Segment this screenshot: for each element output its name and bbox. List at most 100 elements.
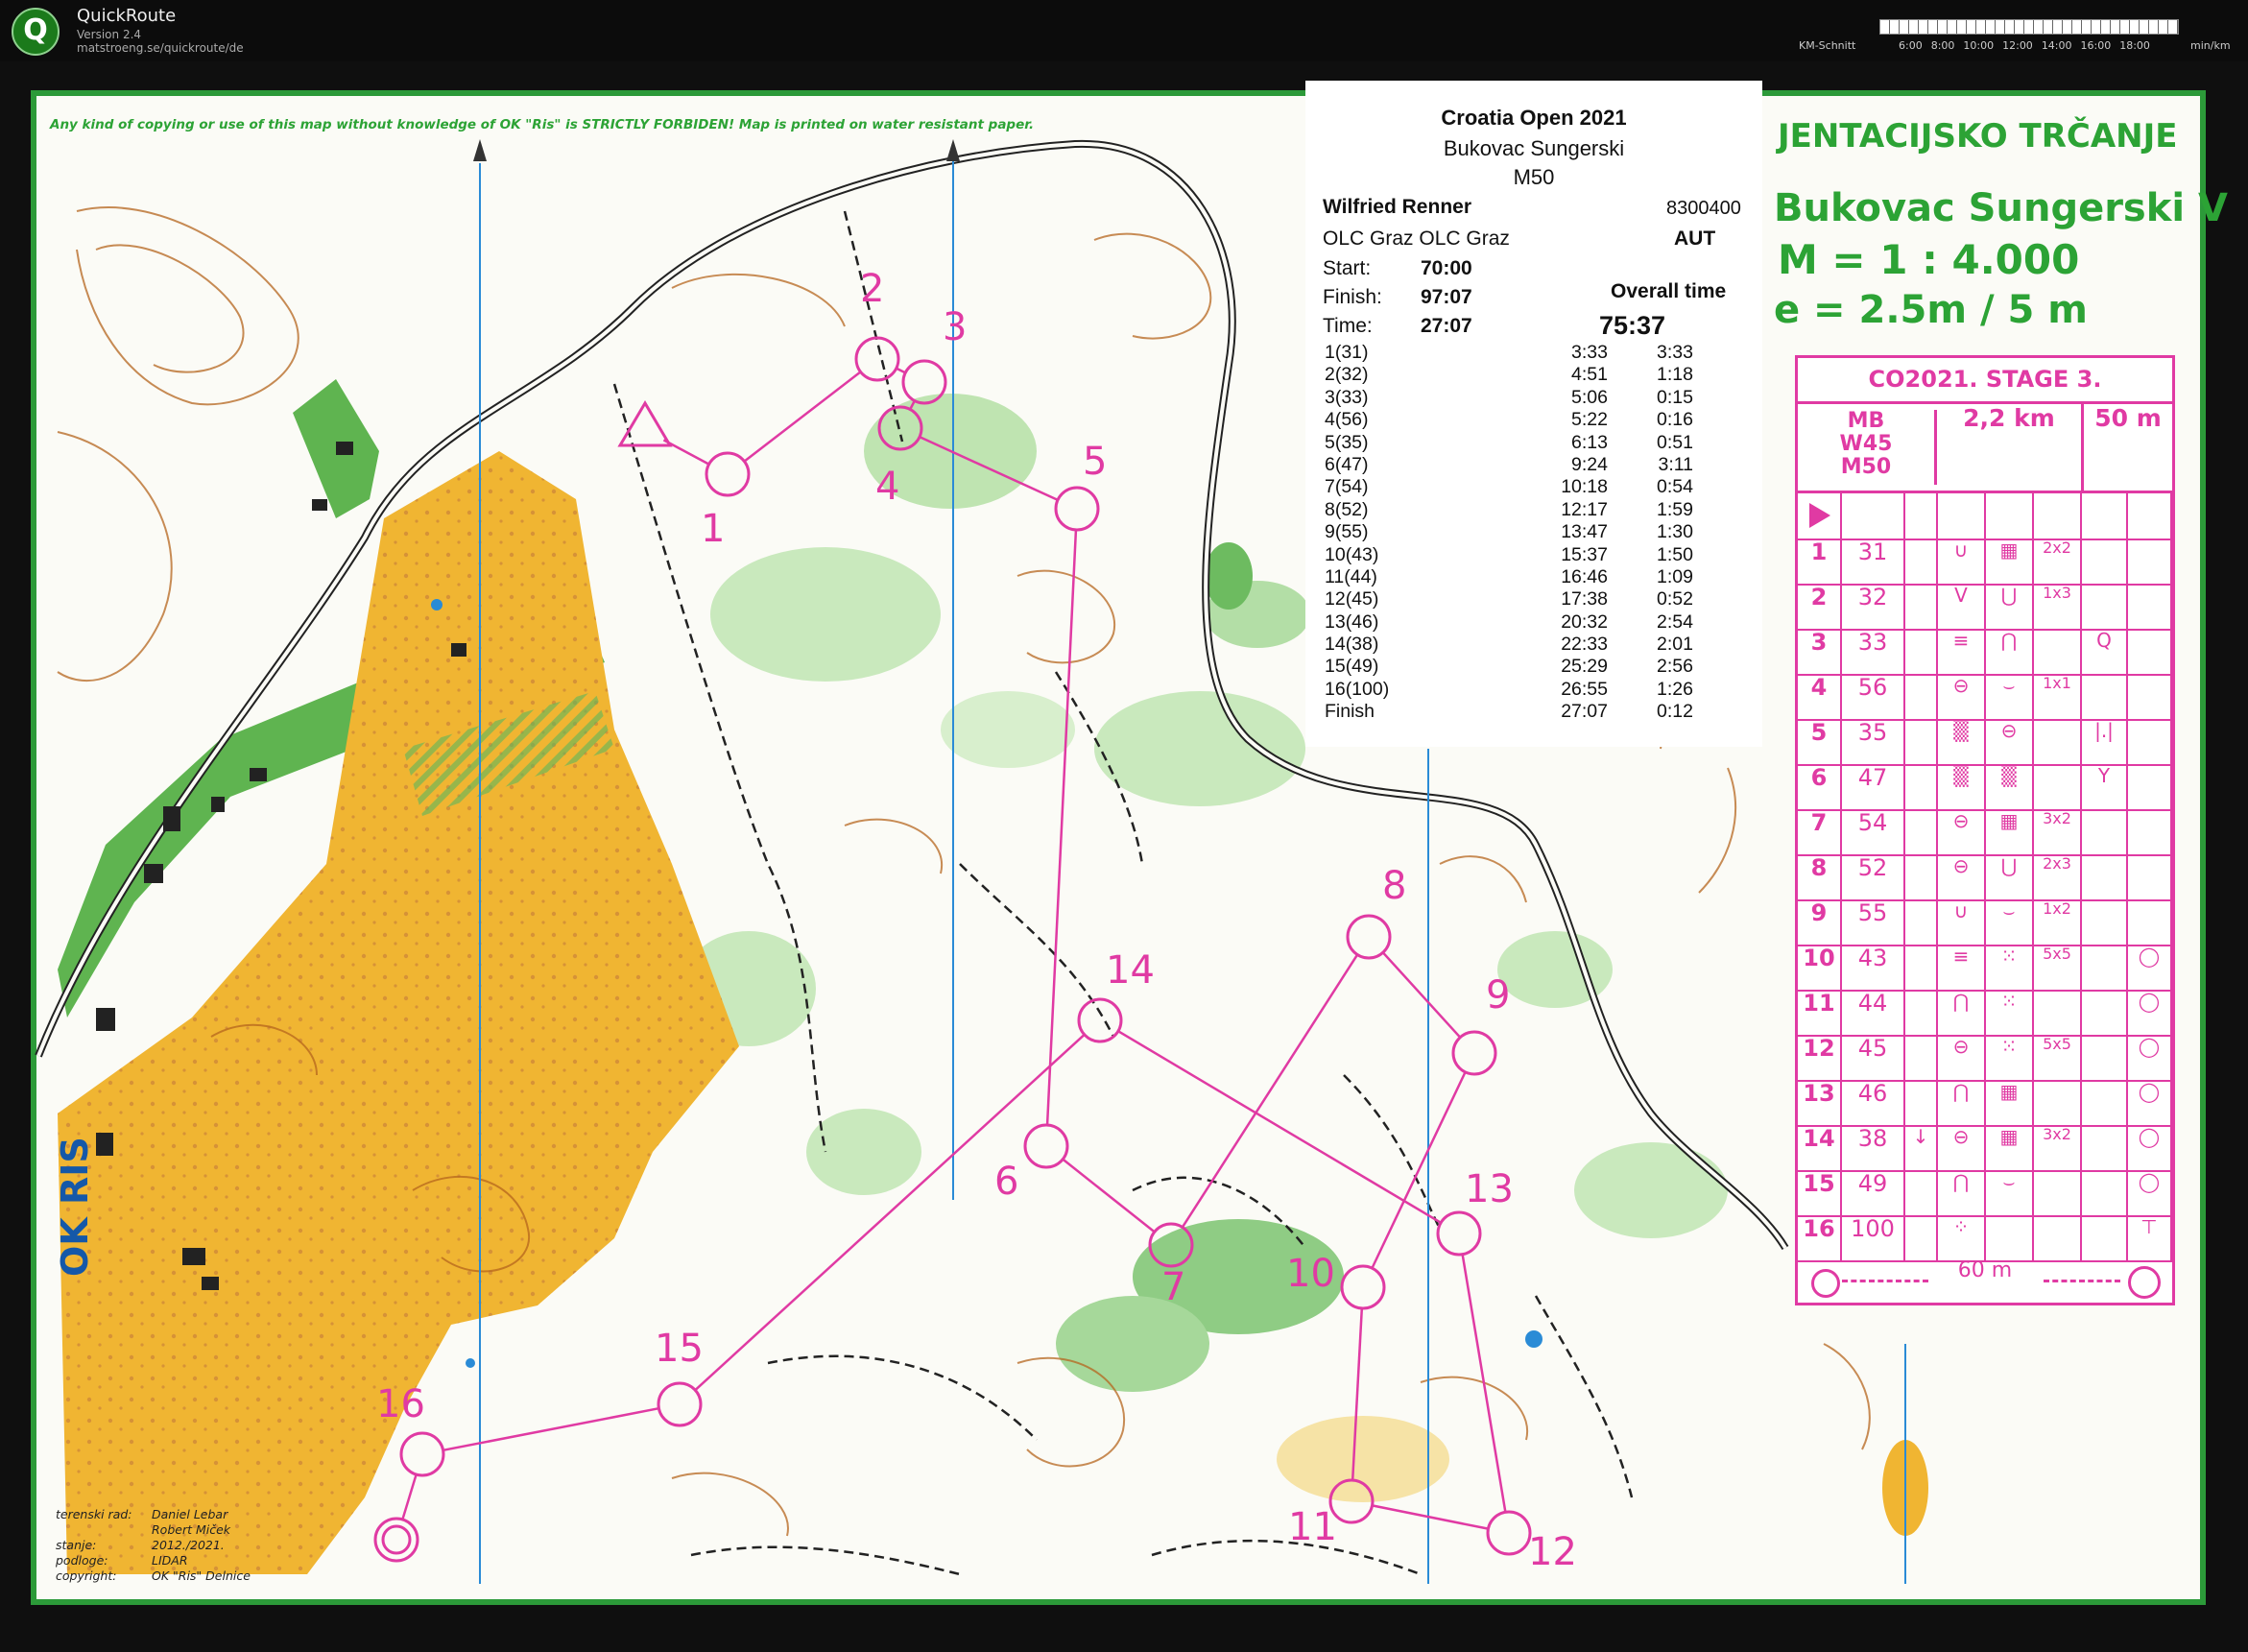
cd-cell-n: 5 xyxy=(1798,719,1842,764)
finish-label: Finish: xyxy=(1323,286,1382,308)
cd-cell-e: ⁙ xyxy=(1986,945,2034,990)
control-description-row: 14 38 ↓ ⊖ ▦ 3x2 ◯ xyxy=(1798,1125,2172,1172)
cd-cell-c xyxy=(1905,1215,1938,1260)
control-circle-16[interactable] xyxy=(399,1431,445,1477)
control-circle-8[interactable] xyxy=(1346,914,1392,960)
cd-cell-g xyxy=(2082,493,2128,539)
control-label-3: 3 xyxy=(943,305,968,349)
cd-cell-f xyxy=(2034,764,2082,809)
credit-key: copyright: xyxy=(56,1568,117,1583)
split-cumulative: 13:47 xyxy=(1561,521,1608,543)
split-cumulative: 5:06 xyxy=(1571,386,1608,408)
control-circle-15[interactable] xyxy=(657,1381,703,1427)
cd-cell-e: ⌣ xyxy=(1986,674,2034,719)
cd-cell-h: ⊤ xyxy=(2128,1215,2172,1260)
control-circle-12[interactable] xyxy=(1486,1510,1532,1556)
control-circle-10[interactable] xyxy=(1340,1264,1386,1310)
cd-cell-c xyxy=(1905,1035,1938,1080)
control-circle-13[interactable] xyxy=(1436,1210,1482,1257)
control-description-row: 13 46 ⋂ ▦ ◯ xyxy=(1798,1080,2172,1127)
split-control: 4(56) xyxy=(1325,409,1369,431)
course-leg xyxy=(694,1033,1086,1392)
club-logo: OK RIS xyxy=(54,1137,96,1277)
cd-cell-f: 3x2 xyxy=(2034,1125,2082,1170)
split-cumulative: 5:22 xyxy=(1571,409,1608,431)
cd-cell-d: ⁘ xyxy=(1938,1215,1986,1260)
time-label: Time: xyxy=(1323,315,1373,337)
cd-cell-f: 1x1 xyxy=(2034,674,2082,719)
cd-cell-g xyxy=(2082,1035,2128,1080)
cd-cell-code: 49 xyxy=(1842,1170,1905,1215)
cd-cell-code xyxy=(1842,493,1905,539)
control-circle-6[interactable] xyxy=(1023,1123,1069,1169)
finish-time: 97:07 xyxy=(1421,286,1472,308)
split-cumulative: 17:38 xyxy=(1561,588,1608,611)
cd-cell-n: 13 xyxy=(1798,1080,1842,1125)
control-description-row: 15 49 ⋂ ⌣ ◯ xyxy=(1798,1170,2172,1217)
split-row: 9(55) 13:47 1:30 xyxy=(1325,521,1766,543)
split-leg: 3:33 xyxy=(1657,342,1693,363)
split-leg: 1:30 xyxy=(1657,521,1693,543)
cd-cell-e: ▦ xyxy=(1986,809,2034,854)
control-circle-14[interactable] xyxy=(1077,997,1123,1043)
finish-distance-label: 60 m xyxy=(1957,1258,2013,1282)
split-cumulative: 27:07 xyxy=(1561,701,1608,723)
cd-cell-c xyxy=(1905,1170,1938,1215)
split-control: 10(43) xyxy=(1325,543,1379,565)
split-row: 1(31) 3:33 3:33 xyxy=(1325,342,1766,364)
control-circle-2[interactable] xyxy=(854,336,900,382)
card-number: 8300400 xyxy=(1666,198,1741,219)
start-triangle[interactable] xyxy=(617,400,673,447)
cd-cell-code: 31 xyxy=(1842,539,1905,584)
split-cumulative: 26:55 xyxy=(1561,678,1608,700)
cd-cell-h: ◯ xyxy=(2128,990,2172,1035)
split-times-panel: Croatia Open 2021 Bukovac Sungerski M50 … xyxy=(1305,81,1762,747)
control-circle-9[interactable] xyxy=(1451,1030,1497,1076)
map-header-line-2: Bukovac Sungerski V xyxy=(1774,186,2228,230)
course-leg xyxy=(442,1406,659,1452)
split-row: 4(56) 5:22 0:16 xyxy=(1325,409,1766,431)
class-label: M50 xyxy=(1840,455,1892,479)
cd-cell-c xyxy=(1905,584,1938,629)
control-label-13: 13 xyxy=(1465,1167,1514,1211)
control-circle-5[interactable] xyxy=(1054,486,1100,532)
cd-cell-h xyxy=(2128,899,2172,945)
cd-cell-f: 5x5 xyxy=(2034,945,2082,990)
split-cumulative: 3:33 xyxy=(1571,342,1608,363)
split-leg: 2:54 xyxy=(1657,611,1693,633)
cd-cell-e: ⌣ xyxy=(1986,899,2034,945)
control-circle-1[interactable] xyxy=(705,451,751,497)
cd-cell-e: ⌣ xyxy=(1986,1170,2034,1215)
overall-time: 75:37 xyxy=(1599,311,1666,340)
cd-cell-n: 10 xyxy=(1798,945,1842,990)
finish-dash-line xyxy=(2044,1280,2120,1282)
split-cumulative: 22:33 xyxy=(1561,634,1608,656)
cd-cell-code: 32 xyxy=(1842,584,1905,629)
cd-cell-code: 44 xyxy=(1842,990,1905,1035)
class-label: MB xyxy=(1847,409,1885,433)
control-label-15: 15 xyxy=(655,1327,704,1371)
cd-cell-g xyxy=(2082,945,2128,990)
cd-cell-e: ⊖ xyxy=(1986,719,2034,764)
cd-cell-n: 8 xyxy=(1798,854,1842,899)
cd-cell-e xyxy=(1986,1215,2034,1260)
overall-time-label: Overall time xyxy=(1611,280,1727,302)
control-description-row: 2 32 V ⋃ 1x3 xyxy=(1798,584,2172,631)
split-leg: 3:11 xyxy=(1658,453,1693,475)
control-label-11: 11 xyxy=(1288,1505,1337,1549)
finish-inner-circle[interactable] xyxy=(381,1524,412,1555)
start-triangle-icon xyxy=(1809,503,1830,528)
course-length: 2,2 km xyxy=(1937,404,2084,491)
split-leg: 1:09 xyxy=(1657,565,1693,587)
control-description-row: 6 47 ▒ ▒ Y xyxy=(1798,764,2172,811)
cd-cell-d: ⋂ xyxy=(1938,1170,1986,1215)
cd-cell-g xyxy=(2082,584,2128,629)
split-leg: 2:01 xyxy=(1657,634,1693,656)
split-row: 6(47) 9:24 3:11 xyxy=(1325,454,1766,476)
cd-cell-f xyxy=(2034,493,2082,539)
course-leg xyxy=(896,367,906,374)
cd-cell-e: ▒ xyxy=(1986,764,2034,809)
cd-cell-code: 45 xyxy=(1842,1035,1905,1080)
split-leg: 0:16 xyxy=(1657,409,1693,431)
cd-cell-code: 38 xyxy=(1842,1125,1905,1170)
